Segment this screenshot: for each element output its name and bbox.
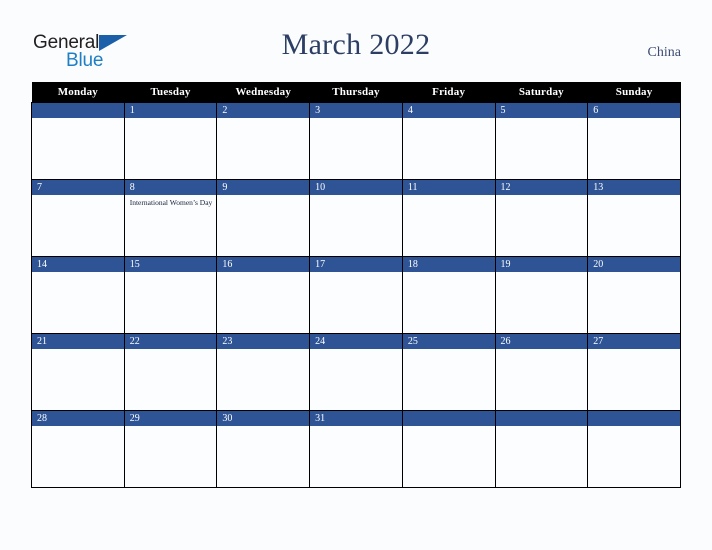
- weekday-header-thursday: Thursday: [309, 82, 403, 103]
- day-number: 5: [495, 103, 588, 118]
- calendar-day-cell[interactable]: 1: [123, 102, 218, 180]
- day-events: International Women’s Day: [125, 195, 217, 208]
- calendar-week-row: 28 29 30 31: [31, 410, 681, 488]
- calendar-day-cell[interactable]: 29: [123, 410, 218, 488]
- day-number: 18: [402, 257, 495, 272]
- calendar-week-row: 123456: [31, 102, 681, 180]
- calendar-day-cell[interactable]: 15: [123, 256, 218, 334]
- calendar-day-cell[interactable]: 14: [31, 256, 125, 334]
- day-number: 8: [124, 180, 217, 195]
- calendar-day-cell[interactable]: 13: [587, 179, 681, 257]
- day-number: 30: [217, 411, 310, 426]
- day-number: 17: [310, 257, 402, 272]
- day-number: [495, 411, 588, 426]
- calendar-day-cell[interactable]: 18: [401, 256, 496, 334]
- calendar-day-cell[interactable]: 2: [216, 102, 311, 180]
- calendar-day-cell[interactable]: 28: [31, 410, 125, 488]
- calendar-day-cell[interactable]: 31: [309, 410, 403, 488]
- calendar-day-cell[interactable]: 24: [309, 333, 403, 411]
- country-label: China: [647, 45, 681, 60]
- weekday-header-saturday: Saturday: [495, 82, 588, 103]
- weekday-header-friday: Friday: [402, 82, 496, 103]
- weekday-header-monday: Monday: [31, 82, 125, 103]
- day-number: 23: [217, 334, 310, 349]
- day-number: 6: [588, 103, 680, 118]
- calendar-day-cell[interactable]: 23: [216, 333, 311, 411]
- calendar-empty-cell: [587, 410, 681, 488]
- page-header: General Blue March 2022 China: [0, 0, 712, 82]
- day-number: 15: [124, 257, 217, 272]
- day-number: 26: [495, 334, 588, 349]
- calendar-day-cell[interactable]: 19: [494, 256, 589, 334]
- calendar-week-row: 7 8 International Women’s Day 9 10 11 12 13: [31, 179, 681, 257]
- calendar-day-cell[interactable]: 27: [587, 333, 681, 411]
- day-number: 10: [310, 180, 402, 195]
- calendar-day-cell[interactable]: 8 International Women’s Day: [123, 179, 218, 257]
- weekday-header-sunday: Sunday: [587, 82, 681, 103]
- weekday-header-wednesday: Wednesday: [216, 82, 310, 103]
- calendar-day-cell[interactable]: 7: [31, 179, 125, 257]
- calendar-day-cell[interactable]: 16: [216, 256, 311, 334]
- calendar-day-cell[interactable]: 12: [494, 179, 589, 257]
- day-number: 9: [217, 180, 310, 195]
- day-number: 14: [32, 257, 124, 272]
- event-label: International Women’s Day: [129, 198, 213, 207]
- calendar-grid: Monday Tuesday Wednesday Thursday Friday…: [31, 82, 681, 488]
- day-number: 16: [217, 257, 310, 272]
- day-number: 4: [402, 103, 495, 118]
- calendar-day-cell[interactable]: 22: [123, 333, 218, 411]
- calendar-day-cell[interactable]: 17: [309, 256, 403, 334]
- calendar-week-row: 14 15 16 17 18 19 20: [31, 256, 681, 334]
- calendar-day-cell[interactable]: 4: [401, 102, 496, 180]
- weekday-header-tuesday: Tuesday: [124, 82, 217, 103]
- day-number: 24: [310, 334, 402, 349]
- day-number: 22: [124, 334, 217, 349]
- day-number: [588, 411, 680, 426]
- day-number: 11: [402, 180, 495, 195]
- calendar-week-row: 21 22 23 24 25 26 27: [31, 333, 681, 411]
- day-number: 3: [310, 103, 402, 118]
- calendar-day-cell[interactable]: 10: [309, 179, 403, 257]
- day-number: [402, 411, 495, 426]
- calendar-weekday-header-row: Monday Tuesday Wednesday Thursday Friday…: [31, 82, 681, 103]
- calendar-day-cell[interactable]: 26: [494, 333, 589, 411]
- calendar-day-cell[interactable]: 21: [31, 333, 125, 411]
- day-number: [32, 103, 124, 118]
- day-number: 27: [588, 334, 680, 349]
- calendar-empty-cell: [401, 410, 496, 488]
- day-number: 25: [402, 334, 495, 349]
- calendar-body: 1 2 3 4 5 6 7 8 International Women’s Day 9 10 11 12…: [31, 102, 681, 488]
- day-number: 19: [495, 257, 588, 272]
- page-title: March 2022: [281, 28, 431, 61]
- day-number: 29: [124, 411, 217, 426]
- calendar-day-cell[interactable]: 3: [309, 102, 403, 180]
- day-number: 21: [32, 334, 124, 349]
- calendar-empty-cell: [31, 102, 125, 180]
- day-number: 13: [588, 180, 680, 195]
- day-number: 1: [124, 103, 217, 118]
- calendar-day-cell[interactable]: 20: [587, 256, 681, 334]
- day-number: 20: [588, 257, 680, 272]
- calendar-day-cell[interactable]: 11: [401, 179, 496, 257]
- day-number: 28: [32, 411, 124, 426]
- day-number: 7: [32, 180, 124, 195]
- calendar-day-cell[interactable]: 30: [216, 410, 311, 488]
- day-number: 2: [217, 103, 310, 118]
- calendar-day-cell[interactable]: 6: [587, 102, 681, 180]
- day-number: 31: [310, 411, 402, 426]
- calendar-day-cell[interactable]: 25: [401, 333, 496, 411]
- calendar-day-cell[interactable]: 5: [494, 102, 589, 180]
- calendar-empty-cell: [494, 410, 589, 488]
- calendar-day-cell[interactable]: 9: [216, 179, 311, 257]
- day-number: 12: [495, 180, 588, 195]
